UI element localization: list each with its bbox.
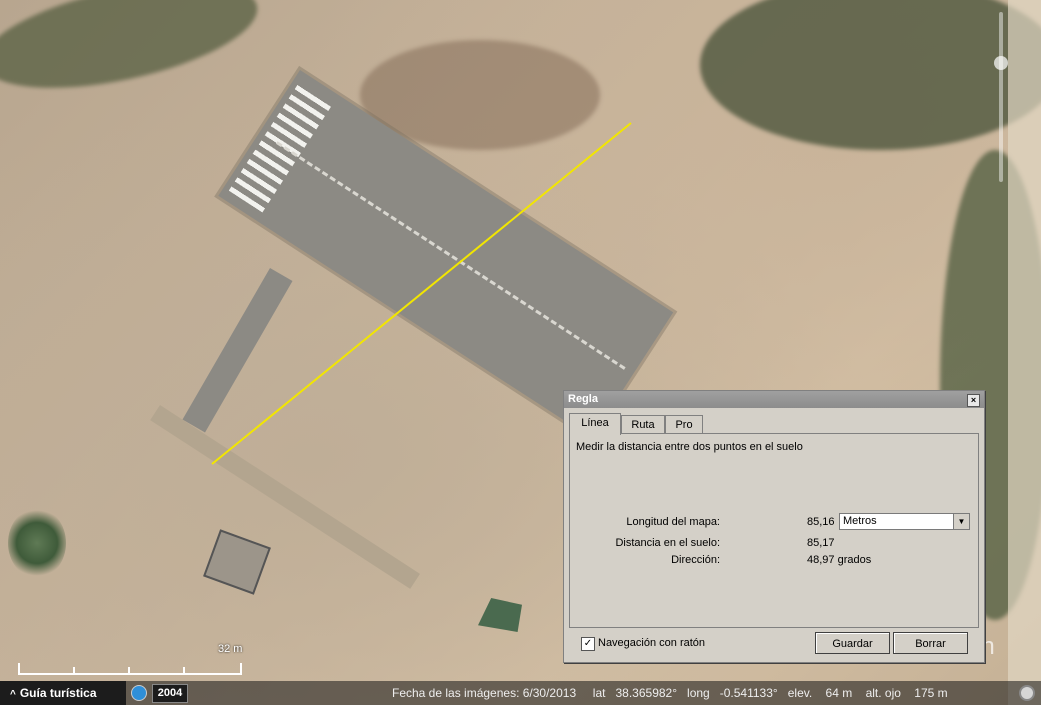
ruler-title: Regla xyxy=(568,393,598,405)
elev-value: 64 m xyxy=(825,686,853,700)
status-readout: Fecha de las imágenes: 6/30/2013 lat 38.… xyxy=(392,686,948,700)
chevron-up-icon: ^ xyxy=(10,689,16,700)
scale-tick xyxy=(73,667,75,675)
ruler-title-bar[interactable]: Regla × xyxy=(564,391,984,408)
tour-guide-label: Guía turística xyxy=(19,686,97,700)
tab-route[interactable]: Ruta xyxy=(621,415,665,434)
save-button[interactable]: Guardar xyxy=(815,632,890,654)
imagery-year-badge[interactable]: 2004 xyxy=(152,684,188,703)
zoom-slider[interactable] xyxy=(994,12,1008,182)
eye-alt-value: 175 m xyxy=(914,686,948,700)
scale-bar xyxy=(18,663,242,675)
ground-distance-label: Distancia en el suelo: xyxy=(615,537,720,549)
tour-guide-button[interactable]: ^ Guía turística xyxy=(0,681,126,705)
long-value: -0.541133° xyxy=(719,686,778,700)
map-length-value: 85,16 xyxy=(807,516,835,528)
ground-distance-value: 85,17 xyxy=(807,537,835,549)
ruler-dialog: Regla × Línea Ruta Pro Medir la distanci… xyxy=(563,390,985,663)
lat-label: lat xyxy=(592,686,606,700)
long-label: long xyxy=(687,686,710,700)
eye-alt-label: alt. ojo xyxy=(865,686,901,700)
zoom-slider-rail xyxy=(999,12,1003,182)
map-scale: 32 m xyxy=(18,643,250,677)
unit-select-value: Metros xyxy=(843,515,877,527)
elev-label: elev. xyxy=(787,686,813,700)
chevron-down-icon[interactable]: ▼ xyxy=(953,514,969,529)
tab-pro[interactable]: Pro xyxy=(665,415,703,434)
tab-description: Medir la distancia entre dos puntos en e… xyxy=(576,441,803,453)
scale-tick xyxy=(183,667,185,675)
tab-line[interactable]: Línea xyxy=(569,413,621,435)
heading-label: Dirección: xyxy=(671,554,720,566)
mouse-navigation-checkbox[interactable]: ✓ xyxy=(581,637,595,651)
tab-panel-line: Medir la distancia entre dos puntos en e… xyxy=(569,433,979,628)
imagery-date: Fecha de las imágenes: 6/30/2013 xyxy=(392,686,577,700)
lat-value: 38.365982° xyxy=(615,686,678,700)
loading-status-icon xyxy=(1019,685,1035,701)
mouse-navigation-label: Navegación con ratón xyxy=(598,637,706,649)
scale-tick xyxy=(128,667,130,675)
historical-imagery-icon[interactable] xyxy=(131,685,147,701)
unit-select[interactable]: Metros ▼ xyxy=(839,513,970,530)
close-icon[interactable]: × xyxy=(967,394,980,407)
clear-button[interactable]: Borrar xyxy=(893,632,968,654)
status-bar: ^ Guía turística 2004 Fecha de las imágen… xyxy=(0,681,1041,705)
map-length-label: Longitud del mapa: xyxy=(626,516,720,528)
heading-value: 48,97 grados xyxy=(807,554,872,566)
zoom-slider-knob[interactable] xyxy=(994,56,1008,70)
scale-label: 32 m xyxy=(218,643,243,655)
